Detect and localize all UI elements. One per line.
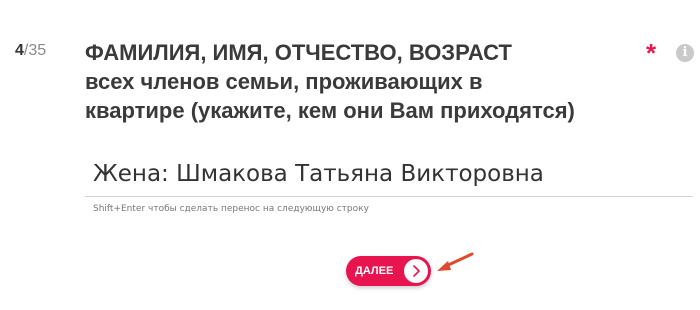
survey-question-page: 4/35 ФАМИЛИЯ, ИМЯ, ОТЧЕСТВО, ВОЗРАСТ все… bbox=[0, 0, 700, 310]
chevron-right-icon bbox=[404, 259, 428, 283]
question-title-line-3: квартире (укажите, кем они Вам приходятс… bbox=[85, 98, 575, 123]
annotation-arrow-icon bbox=[437, 252, 474, 271]
question-total: /35 bbox=[23, 42, 47, 59]
answer-input[interactable] bbox=[85, 154, 693, 194]
question-title-line-2: всех членов семьи, проживающих в bbox=[85, 69, 483, 94]
required-marker: * bbox=[646, 38, 657, 68]
answer-hint: Shift+Enter чтобы сделать перенос на сле… bbox=[93, 204, 369, 214]
next-button-label: ДАЛЕЕ bbox=[355, 265, 394, 277]
question-title-line-1: ФАМИЛИЯ, ИМЯ, ОТЧЕСТВО, ВОЗРАСТ bbox=[85, 40, 512, 65]
question-counter: 4/35 bbox=[15, 42, 46, 60]
answer-field bbox=[85, 154, 693, 197]
question-number: 4 bbox=[15, 42, 24, 59]
question-title: ФАМИЛИЯ, ИМЯ, ОТЧЕСТВО, ВОЗРАСТ всех чле… bbox=[85, 38, 645, 125]
next-button[interactable]: ДАЛЕЕ bbox=[346, 256, 431, 286]
info-icon[interactable]: i bbox=[676, 44, 694, 62]
